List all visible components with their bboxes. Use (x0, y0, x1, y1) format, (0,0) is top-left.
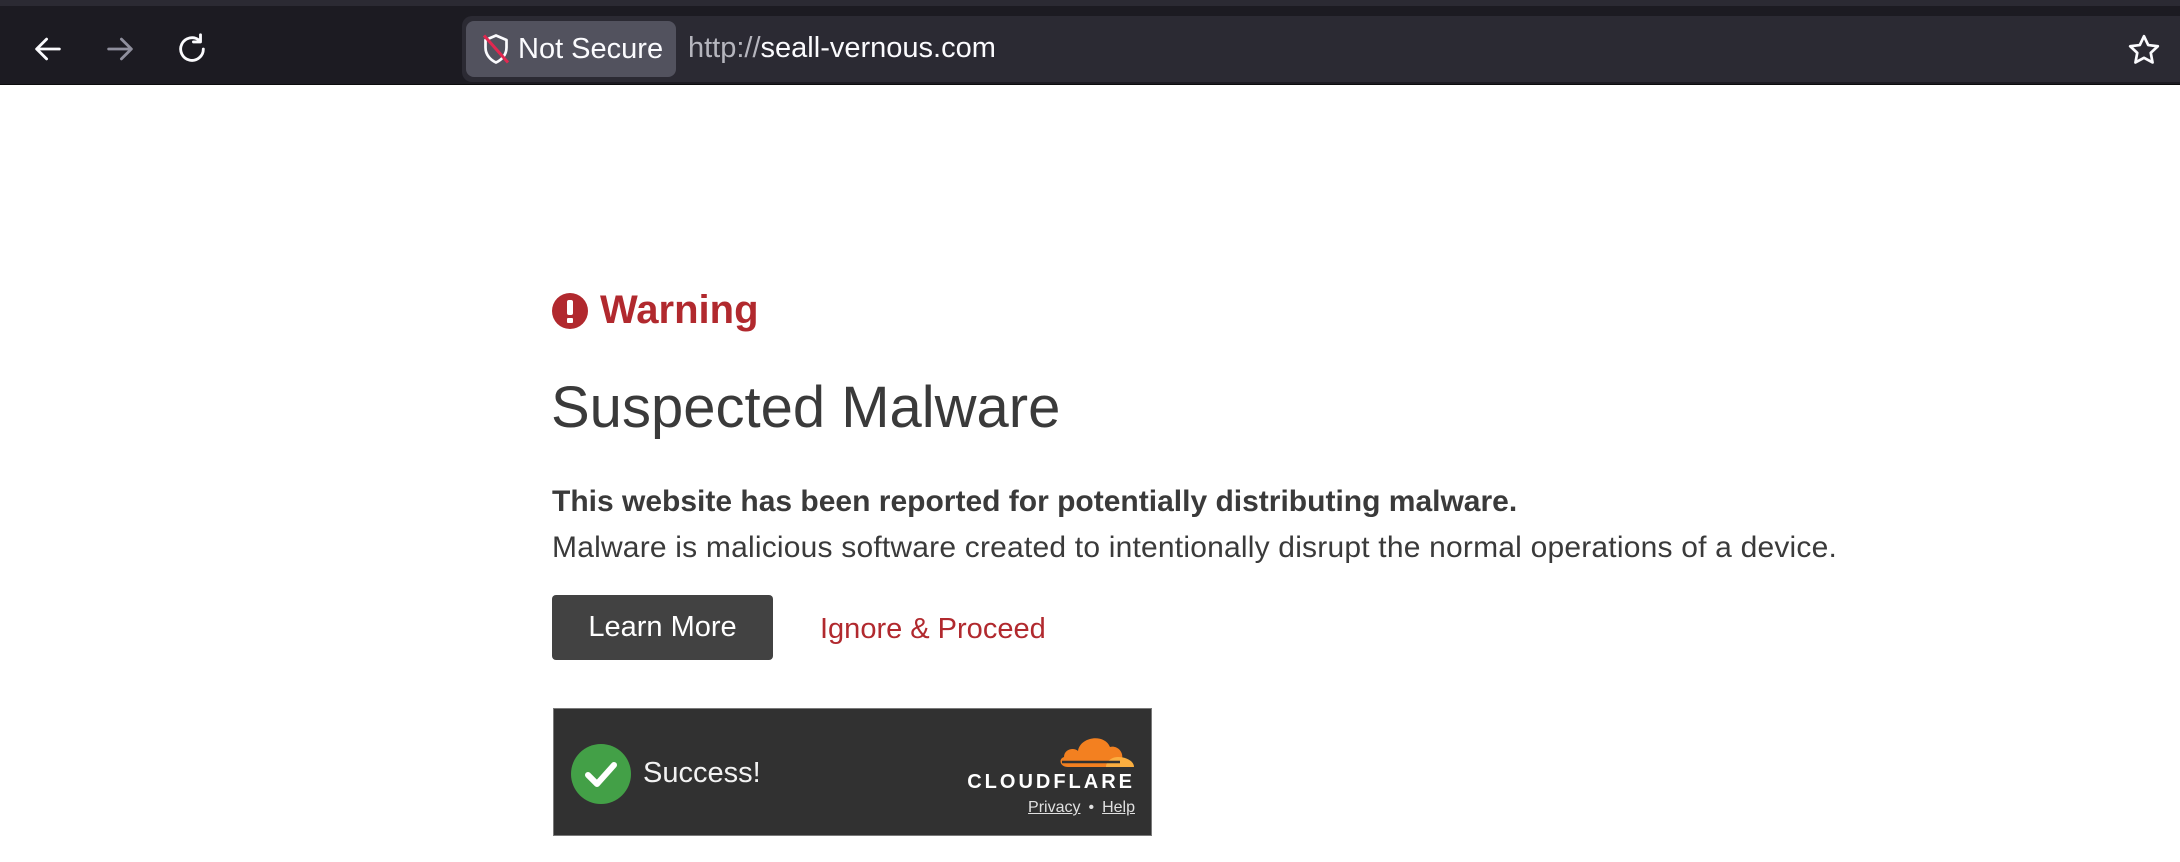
star-icon[interactable] (2126, 32, 2162, 68)
warning-heading: Warning (552, 288, 759, 333)
url-text[interactable]: http://seall-vernous.com (688, 32, 996, 65)
url-scheme: http:// (688, 32, 761, 64)
description-text: Malware is malicious software created to… (552, 531, 1838, 564)
privacy-link[interactable]: Privacy (1028, 799, 1080, 817)
learn-more-button[interactable]: Learn More (552, 595, 773, 660)
security-indicator[interactable]: Not Secure (466, 21, 676, 77)
checkmark-icon (571, 744, 631, 804)
reload-button[interactable] (164, 23, 220, 75)
lead-text: This website has been reported for poten… (552, 485, 1518, 518)
widget-links: Privacy • Help (1028, 799, 1135, 817)
reload-icon (179, 33, 205, 62)
link-separator: • (1088, 799, 1095, 816)
back-button[interactable] (20, 23, 76, 75)
cloudflare-widget: Success! CLOUDFLARE Privacy • Help (553, 708, 1152, 836)
page-title: Suspected Malware (551, 375, 1061, 440)
help-link[interactable]: Help (1102, 799, 1135, 817)
exclamation-icon (552, 292, 588, 329)
browser-toolbar: Not Secure http://seall-vernous.com (0, 0, 2180, 85)
cloudflare-cloud-icon (1060, 738, 1134, 767)
success-text: Success! (643, 757, 761, 789)
cloudflare-logo-text: CLOUDFLARE (967, 771, 1135, 793)
arrow-right-icon (107, 37, 133, 61)
security-label: Not Secure (518, 32, 664, 65)
url-host: seall-vernous.com (760, 32, 996, 64)
forward-button[interactable] (92, 23, 148, 75)
shield-broken-icon (482, 34, 510, 64)
arrow-left-icon (35, 37, 61, 61)
ignore-proceed-link[interactable]: Ignore & Proceed (820, 613, 1046, 646)
warning-label: Warning (600, 288, 759, 332)
